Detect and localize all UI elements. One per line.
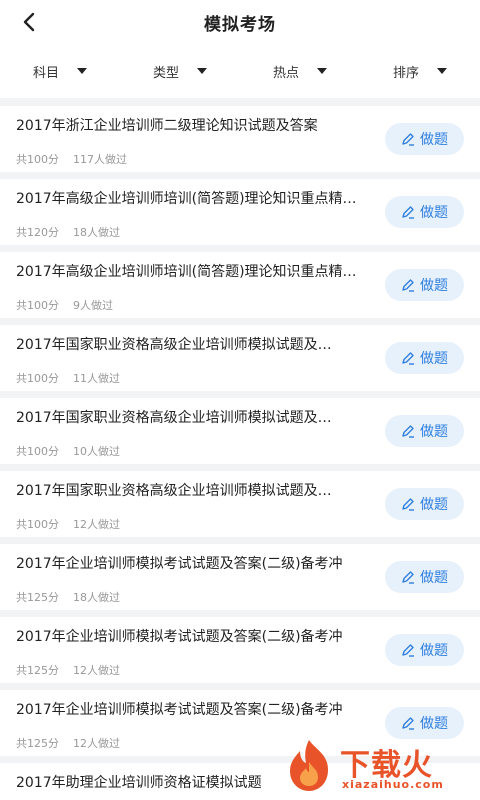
exam-meta: 共100分 117人做过 bbox=[16, 151, 127, 167]
watermark-url: xiazaihuo.com bbox=[342, 778, 444, 791]
pencil-icon bbox=[402, 498, 414, 511]
do-exam-label: 做题 bbox=[420, 278, 448, 294]
exam-score: 共125分 bbox=[16, 591, 59, 604]
exam-meta: 共120分 18人做过 bbox=[16, 224, 120, 240]
filter-label: 类型 bbox=[152, 65, 179, 81]
exam-count: 11人做过 bbox=[73, 372, 120, 385]
exam-row[interactable]: 2017年国家职业资格高级企业培训师模拟试题及… 共100分 12人做过 做题 bbox=[0, 471, 480, 537]
exam-count: 18人做过 bbox=[73, 591, 120, 604]
exam-count: 12人做过 bbox=[73, 664, 120, 677]
exam-meta: 共100分 10人做过 bbox=[16, 443, 120, 459]
caret-down-icon bbox=[317, 68, 327, 74]
do-exam-button[interactable]: 做题 bbox=[385, 123, 464, 155]
exam-title: 2017年国家职业资格高级企业培训师模拟试题及… bbox=[16, 483, 332, 499]
filter-hot[interactable]: 热点 bbox=[240, 44, 360, 98]
pencil-icon bbox=[402, 717, 414, 730]
pencil-icon bbox=[402, 133, 414, 146]
do-exam-label: 做题 bbox=[420, 132, 448, 148]
exam-meta: 共100分 11人做过 bbox=[16, 370, 120, 386]
flame-icon bbox=[290, 740, 328, 791]
exam-title: 2017年国家职业资格高级企业培训师模拟试题及… bbox=[16, 410, 332, 426]
do-exam-label: 做题 bbox=[420, 497, 448, 513]
exam-meta: 共100分 12人做过 bbox=[16, 516, 120, 532]
exam-score: 共100分 bbox=[16, 372, 59, 385]
exam-score: 共100分 bbox=[16, 518, 59, 531]
filter-bar: 科目 类型 热点 排序 bbox=[0, 44, 480, 98]
exam-title: 2017年高级企业培训师培训(简答题)理论知识重点精… bbox=[16, 264, 357, 280]
pencil-icon bbox=[402, 425, 414, 438]
exam-meta: 共125分 12人做过 bbox=[16, 662, 120, 678]
do-exam-label: 做题 bbox=[420, 570, 448, 586]
exam-score: 共120分 bbox=[16, 226, 59, 239]
exam-score: 共100分 bbox=[16, 445, 59, 458]
filter-label: 热点 bbox=[272, 65, 299, 81]
pencil-icon bbox=[402, 644, 414, 657]
exam-title: 2017年企业培训师模拟考试试题及答案(二级)备考冲 bbox=[16, 702, 343, 718]
caret-down-icon bbox=[437, 68, 447, 74]
exam-row[interactable]: 2017年高级企业培训师培训(简答题)理论知识重点精… 共100分 9人做过 做题 bbox=[0, 252, 480, 318]
pencil-icon bbox=[402, 279, 414, 292]
exam-meta: 共125分 18人做过 bbox=[16, 589, 120, 605]
exam-row[interactable]: 2017年企业培训师模拟考试试题及答案(二级)备考冲 共125分 12人做过 做题 bbox=[0, 617, 480, 683]
exam-count: 18人做过 bbox=[73, 226, 120, 239]
do-exam-label: 做题 bbox=[420, 205, 448, 221]
do-exam-button[interactable]: 做题 bbox=[385, 342, 464, 374]
caret-down-icon bbox=[77, 68, 87, 74]
filter-sort[interactable]: 排序 bbox=[360, 44, 480, 98]
exam-count: 12人做过 bbox=[73, 737, 120, 750]
do-exam-label: 做题 bbox=[420, 424, 448, 440]
exam-score: 共100分 bbox=[16, 153, 59, 166]
pencil-icon bbox=[402, 571, 414, 584]
do-exam-button[interactable]: 做题 bbox=[385, 561, 464, 593]
do-exam-label: 做题 bbox=[420, 351, 448, 367]
do-exam-button[interactable]: 做题 bbox=[385, 488, 464, 520]
do-exam-button[interactable]: 做题 bbox=[385, 196, 464, 228]
filter-label: 科目 bbox=[32, 65, 59, 81]
exam-title: 2017年企业培训师模拟考试试题及答案(二级)备考冲 bbox=[16, 556, 343, 572]
filter-type[interactable]: 类型 bbox=[120, 44, 240, 98]
do-exam-label: 做题 bbox=[420, 716, 448, 732]
do-exam-button[interactable]: 做题 bbox=[385, 415, 464, 447]
watermark-logo: 下载火 xiazaihuo.com bbox=[282, 738, 472, 794]
filter-subject[interactable]: 科目 bbox=[0, 44, 120, 98]
exam-list: 2017年浙江企业培训师二级理论知识试题及答案 共100分 117人做过 做题 2… bbox=[0, 106, 480, 800]
do-exam-button[interactable]: 做题 bbox=[385, 269, 464, 301]
exam-title: 2017年浙江企业培训师二级理论知识试题及答案 bbox=[16, 118, 318, 134]
exam-title: 2017年高级企业培训师培训(简答题)理论知识重点精… bbox=[16, 191, 357, 207]
exam-score: 共125分 bbox=[16, 737, 59, 750]
filter-label: 排序 bbox=[392, 65, 419, 81]
exam-row[interactable]: 2017年国家职业资格高级企业培训师模拟试题及… 共100分 11人做过 做题 bbox=[0, 325, 480, 391]
exam-count: 10人做过 bbox=[73, 445, 120, 458]
exam-title: 2017年企业培训师模拟考试试题及答案(二级)备考冲 bbox=[16, 629, 343, 645]
exam-count: 12人做过 bbox=[73, 518, 120, 531]
exam-score: 共100分 bbox=[16, 299, 59, 312]
header-bar: 模拟考场 bbox=[0, 0, 480, 44]
exam-score: 共125分 bbox=[16, 664, 59, 677]
exam-count: 117人做过 bbox=[73, 153, 127, 166]
exam-title: 2017年国家职业资格高级企业培训师模拟试题及… bbox=[16, 337, 332, 353]
exam-meta: 共100分 9人做过 bbox=[16, 297, 113, 313]
do-exam-label: 做题 bbox=[420, 643, 448, 659]
exam-row[interactable]: 2017年高级企业培训师培训(简答题)理论知识重点精… 共120分 18人做过 做… bbox=[0, 179, 480, 245]
exam-row[interactable]: 2017年企业培训师模拟考试试题及答案(二级)备考冲 共125分 18人做过 做题 bbox=[0, 544, 480, 610]
exam-row[interactable]: 2017年浙江企业培训师二级理论知识试题及答案 共100分 117人做过 做题 bbox=[0, 106, 480, 172]
pencil-icon bbox=[402, 352, 414, 365]
exam-count: 9人做过 bbox=[73, 299, 113, 312]
exam-row[interactable]: 2017年国家职业资格高级企业培训师模拟试题及… 共100分 10人做过 做题 bbox=[0, 398, 480, 464]
do-exam-button[interactable]: 做题 bbox=[385, 634, 464, 666]
exam-meta: 共125分 12人做过 bbox=[16, 735, 120, 751]
pencil-icon bbox=[402, 206, 414, 219]
do-exam-button[interactable]: 做题 bbox=[385, 707, 464, 739]
page-title: 模拟考场 bbox=[204, 15, 276, 35]
caret-down-icon bbox=[197, 68, 207, 74]
